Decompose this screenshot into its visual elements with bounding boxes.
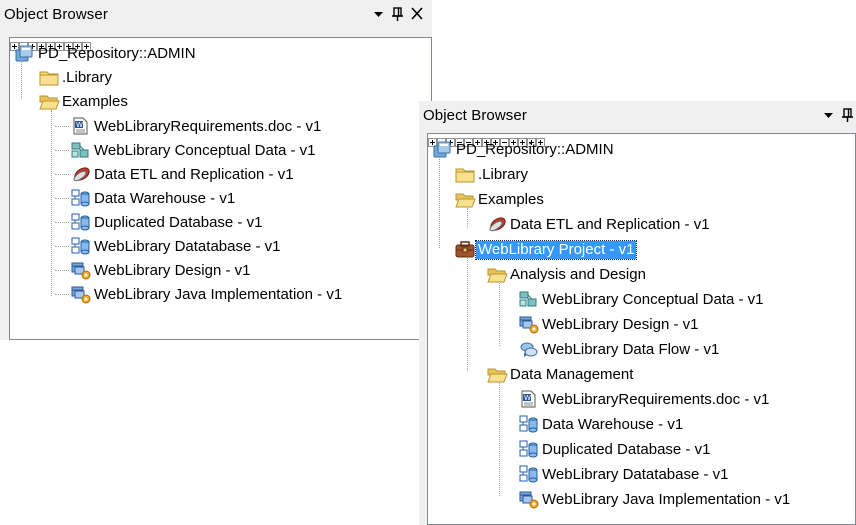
physical-data-model-icon [70, 236, 90, 256]
panel-title: Object Browser [4, 6, 108, 23]
object-browser-panel-right: Object Browser PD_Repository::ADMIN.Libr… [419, 101, 856, 525]
dropdown-arrow-icon[interactable] [820, 105, 838, 125]
repository-icon [432, 139, 452, 159]
folder-icon [38, 67, 59, 87]
pin-icon[interactable] [839, 105, 856, 125]
folder-open-icon [454, 189, 476, 209]
tree-item-label: Duplicated Database - v1 [94, 214, 263, 231]
panel-controls [370, 4, 428, 24]
folder-open-icon [486, 264, 508, 284]
tree-connector [55, 150, 69, 151]
object-browser-panel-left: Object Browser PD_Repository::ADMIN.Libr… [0, 0, 432, 340]
panel-title: Object Browser [423, 107, 527, 124]
tree-connector [21, 58, 22, 99]
data-flow-model-icon [518, 339, 538, 359]
pin-icon[interactable] [389, 4, 407, 24]
tree-item-label: .Library [62, 69, 113, 86]
tree-item-label: WebLibrary Conceptual Data - v1 [94, 142, 316, 159]
physical-data-model-icon [70, 188, 90, 208]
folder-open-icon [38, 91, 60, 111]
tree-item-label: Examples [62, 93, 128, 110]
tree-item-label: WebLibrary Datatabase - v1 [542, 466, 729, 483]
physical-data-model-icon [70, 212, 90, 232]
tree-item-label: WebLibraryRequirements.doc - v1 [542, 391, 770, 408]
physical-data-model-icon [518, 464, 538, 484]
panel-titlebar: Object Browser [0, 0, 432, 30]
oo-model-icon [518, 489, 539, 509]
tree-item-label: WebLibraryRequirements.doc - v1 [94, 118, 322, 135]
tree-item-label: WebLibrary Conceptual Data - v1 [542, 291, 764, 308]
tree-item-label: Data Management [510, 366, 634, 383]
tree-connector [499, 383, 500, 496]
tree-connector [499, 283, 500, 346]
tree-item-label: PD_Repository::ADMIN [38, 45, 196, 62]
svg-text:W: W [524, 394, 531, 402]
tree-connector [467, 258, 468, 371]
oo-model-icon [518, 314, 539, 334]
tree-item-label: Analysis and Design [510, 266, 646, 283]
panel-titlebar: Object Browser [419, 101, 856, 131]
tree-item-label: WebLibrary Java Implementation - v1 [542, 491, 791, 508]
repository-icon [14, 43, 34, 63]
tree-item-label: WebLibrary Project - v1 [474, 240, 638, 260]
tree-item-label: Data ETL and Replication - v1 [94, 166, 294, 183]
etl-replication-icon [486, 214, 506, 234]
tree-item-label: WebLibrary Design - v1 [542, 316, 699, 333]
folder-icon [454, 164, 475, 184]
conceptual-data-model-icon [518, 289, 538, 309]
etl-replication-icon [70, 164, 90, 184]
word-document-icon: W [70, 116, 90, 136]
tree-item-label: Examples [478, 191, 544, 208]
oo-model-icon [70, 260, 91, 280]
tree-item-label: Data Warehouse - v1 [94, 190, 236, 207]
tree-connector [55, 270, 69, 271]
tree-item-label: WebLibrary Java Implementation - v1 [94, 286, 343, 303]
oo-model-icon [70, 284, 91, 304]
word-document-icon: W [518, 389, 538, 409]
tree-item-label: Data Warehouse - v1 [542, 416, 684, 433]
tree-item-label: WebLibrary Data Flow - v1 [542, 341, 720, 358]
object-tree-left[interactable]: PD_Repository::ADMIN .Library Examples W Web… [9, 37, 432, 340]
physical-data-model-icon [518, 439, 538, 459]
tree-connector [55, 198, 69, 199]
close-icon[interactable] [408, 4, 426, 24]
tree-item-label: WebLibrary Design - v1 [94, 262, 251, 279]
object-tree-right[interactable]: PD_Repository::ADMIN.LibraryExamplesData… [427, 133, 856, 525]
project-briefcase-icon [454, 239, 475, 259]
tree-item-label: .Library [478, 166, 529, 183]
svg-text:W: W [76, 121, 83, 129]
tree-connector [55, 174, 69, 175]
tree-connector [467, 208, 468, 228]
tree-item-label: WebLibrary Datatabase - v1 [94, 238, 281, 255]
folder-open-icon [486, 364, 508, 384]
tree-connector [51, 110, 52, 296]
tree-item-label: Duplicated Database - v1 [542, 441, 711, 458]
panel-controls [820, 105, 856, 125]
tree-connector [55, 294, 69, 295]
tree-connector [55, 246, 69, 247]
tree-connector [439, 154, 440, 248]
tree-connector [55, 126, 69, 127]
tree-connector [55, 222, 69, 223]
physical-data-model-icon [518, 414, 538, 434]
conceptual-data-model-icon [70, 140, 90, 160]
dropdown-arrow-icon[interactable] [370, 4, 388, 24]
tree-item-label: Data ETL and Replication - v1 [510, 216, 710, 233]
tree-item-label: PD_Repository::ADMIN [456, 141, 614, 158]
